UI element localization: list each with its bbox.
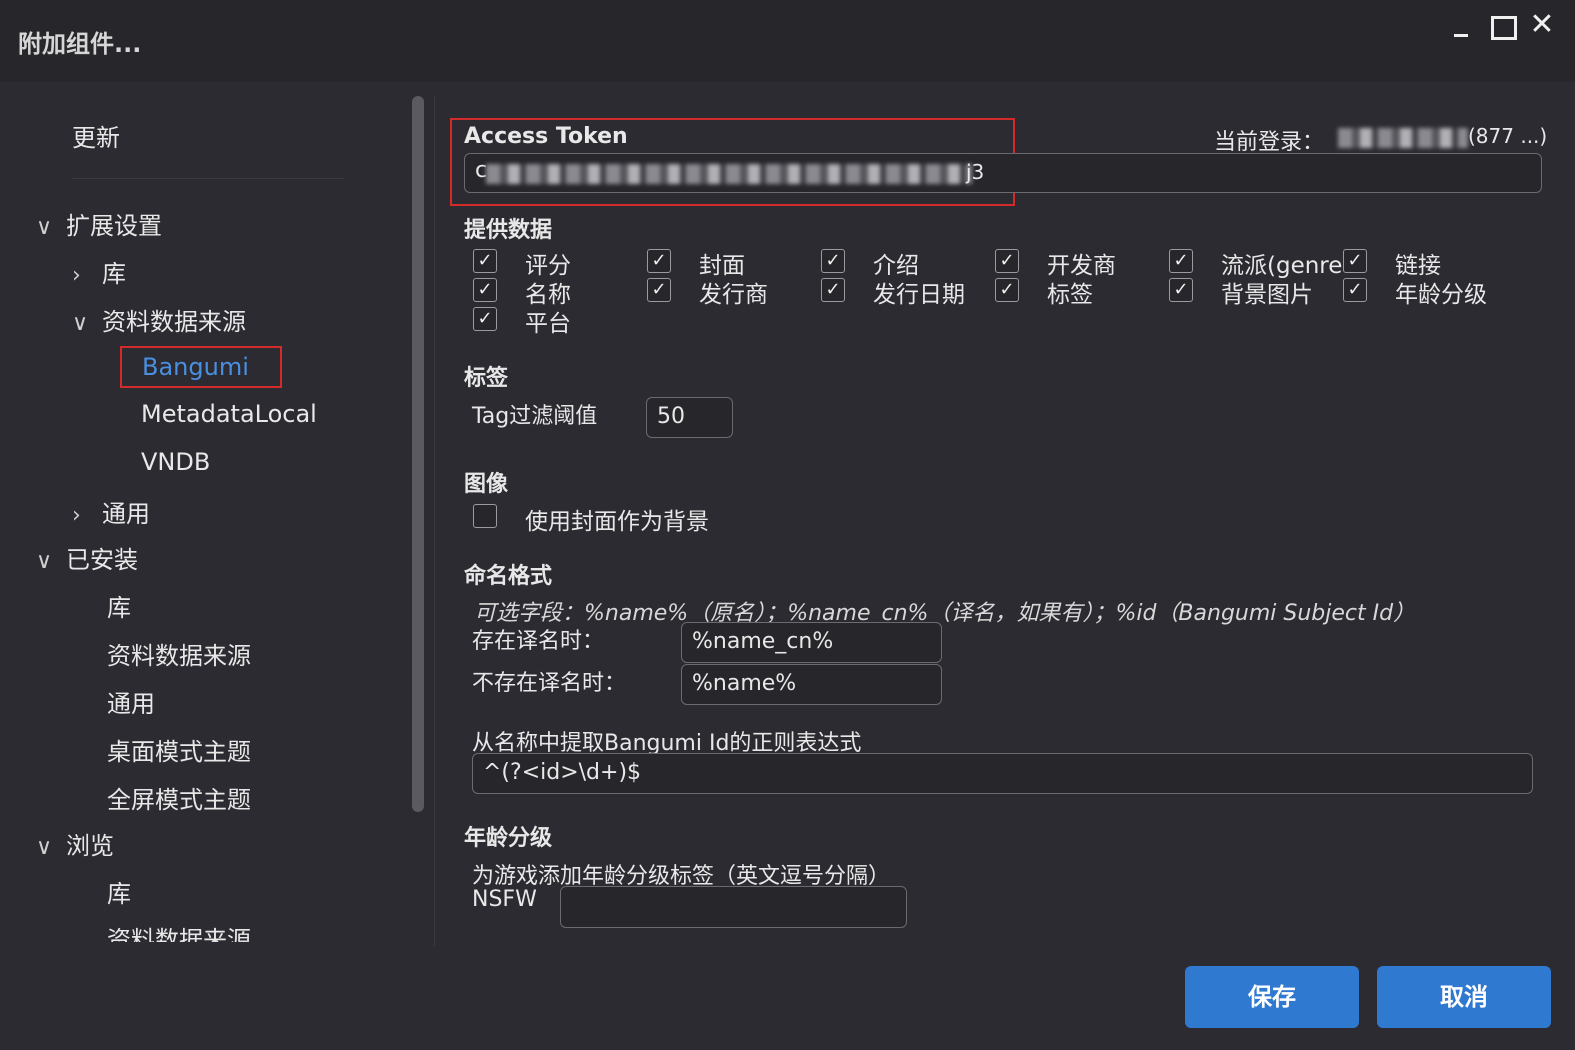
- title-bar: 附加组件... ✕: [0, 0, 1575, 82]
- has-cn-label: 存在译名时：: [472, 629, 605, 654]
- use-cover-label: 使用封面作为背景: [525, 509, 709, 535]
- sidebar-item-label: 桌面模式主题: [107, 738, 251, 766]
- sidebar-item-installed-general[interactable]: 通用: [107, 684, 155, 719]
- sidebar-item-fullscreen-theme[interactable]: 全屏模式主题: [107, 780, 251, 815]
- login-label: 当前登录：: [1214, 130, 1325, 155]
- provide-checkbox-label: 平台: [525, 311, 571, 337]
- window-title: 附加组件...: [18, 30, 142, 58]
- login-value-end: (877 ...): [1468, 124, 1548, 148]
- no-cn-label: 不存在译名时：: [472, 671, 627, 696]
- regex-input[interactable]: ^(?<id>\d+)$: [472, 753, 1533, 794]
- divider: [72, 178, 344, 179]
- sidebar-item-label: 浏览: [66, 832, 114, 860]
- provide-checkbox-label: 发行日期: [873, 282, 965, 308]
- provide-checkbox[interactable]: ✓: [473, 249, 497, 273]
- sidebar-item-installed-library[interactable]: 库: [107, 588, 131, 623]
- sidebar-item-label: 通用: [107, 690, 155, 718]
- sidebar-item-label: 库: [107, 594, 131, 622]
- login-value-redacted: [1338, 128, 1468, 148]
- token-value-redacted: [486, 164, 972, 184]
- provide-checkbox[interactable]: ✓: [647, 278, 671, 302]
- provide-checkbox[interactable]: ✓: [1343, 249, 1367, 273]
- provide-checkbox[interactable]: ✓: [995, 278, 1019, 302]
- provide-checkbox[interactable]: ✓: [473, 307, 497, 331]
- tags-title: 标签: [464, 366, 509, 391]
- sidebar-item-label: 扩展设置: [66, 212, 162, 240]
- sidebar-item-label: 资料数据来源: [102, 308, 246, 336]
- sidebar-item-installed-metadata[interactable]: 资料数据来源: [107, 636, 251, 671]
- provide-checkbox[interactable]: ✓: [995, 249, 1019, 273]
- chevron-down-icon: ∨: [36, 215, 53, 240]
- provide-checkbox[interactable]: ✓: [1169, 278, 1193, 302]
- sidebar-item-browse[interactable]: ∨ 浏览: [36, 826, 114, 861]
- sidebar-item-label: 通用: [102, 500, 150, 528]
- sidebar-item-ext-settings[interactable]: ∨ 扩展设置: [36, 206, 162, 241]
- sidebar-item-bangumi[interactable]: Bangumi: [120, 346, 282, 388]
- sidebar-item-label: 资料数据来源: [107, 642, 251, 670]
- provide-checkbox-label: 背景图片: [1221, 282, 1313, 308]
- maximize-icon[interactable]: [1484, 10, 1520, 42]
- sidebar-item-label: 更新: [72, 124, 120, 152]
- sidebar-item-browse-metadata[interactable]: 资料数据来源: [107, 920, 251, 942]
- provide-checkbox-label: 发行商: [699, 282, 768, 308]
- sidebar-item-general[interactable]: › 通用: [72, 494, 150, 529]
- sidebar-item-label: VNDB: [141, 448, 211, 476]
- sidebar-item-desktop-theme[interactable]: 桌面模式主题: [107, 732, 251, 767]
- tag-threshold-input[interactable]: 50: [646, 397, 733, 438]
- provide-checkbox[interactable]: ✓: [647, 249, 671, 273]
- age-title: 年龄分级: [464, 826, 553, 851]
- image-title: 图像: [464, 472, 509, 497]
- divider: [434, 96, 435, 946]
- sidebar-item-label: MetadataLocal: [141, 400, 317, 428]
- sidebar-item-label: 全屏模式主题: [107, 786, 251, 814]
- chevron-right-icon: ›: [72, 503, 81, 528]
- no-cn-input[interactable]: %name%: [681, 664, 942, 705]
- chevron-down-icon: ∨: [36, 549, 53, 574]
- provide-checkbox[interactable]: ✓: [1343, 278, 1367, 302]
- provide-checkbox-label: 年龄分级: [1395, 282, 1487, 308]
- chevron-right-icon: ›: [72, 263, 81, 288]
- sidebar-item-label: 已安装: [66, 546, 138, 574]
- naming-hint: 可选字段：%name%（原名）；%name_cn%（译名，如果有）；%id（Ba…: [474, 601, 1416, 626]
- save-button[interactable]: 保存: [1185, 966, 1359, 1028]
- use-cover-checkbox[interactable]: [473, 504, 497, 528]
- sidebar-nav: 更新 ∨ 扩展设置 › 库 ∨ 资料数据来源 Bangumi MetadataLoca…: [0, 82, 420, 942]
- token-value-end: j3: [966, 160, 985, 184]
- has-cn-input[interactable]: %name_cn%: [681, 622, 942, 663]
- chevron-down-icon: ∨: [72, 311, 89, 336]
- sidebar-item-library[interactable]: › 库: [72, 254, 126, 289]
- cancel-button[interactable]: 取消: [1377, 966, 1551, 1028]
- sidebar-item-label: 库: [102, 260, 126, 288]
- sidebar-item-label: Bangumi: [142, 353, 249, 381]
- provide-checkbox[interactable]: ✓: [473, 278, 497, 302]
- provide-data-title: 提供数据: [464, 218, 553, 243]
- nsfw-input[interactable]: [560, 886, 907, 928]
- chevron-down-icon: ∨: [36, 835, 53, 860]
- sidebar-item-update[interactable]: 更新: [72, 118, 120, 153]
- sidebar-item-installed[interactable]: ∨ 已安装: [36, 540, 138, 575]
- provide-checkbox[interactable]: ✓: [821, 278, 845, 302]
- tag-threshold-label: Tag过滤阈值: [472, 404, 598, 429]
- sidebar-item-label: 库: [107, 880, 131, 908]
- access-token-label: Access Token: [464, 124, 628, 149]
- sidebar-item-vndb[interactable]: VNDB: [141, 448, 210, 476]
- naming-title: 命名格式: [464, 564, 553, 589]
- provide-checkbox[interactable]: ✓: [1169, 249, 1193, 273]
- minimize-icon[interactable]: [1444, 10, 1480, 42]
- sidebar-item-metadata-sources[interactable]: ∨ 资料数据来源: [72, 302, 246, 337]
- provide-checkbox-label: 标签: [1047, 282, 1093, 308]
- close-icon[interactable]: ✕: [1524, 10, 1560, 42]
- nsfw-label: NSFW: [472, 887, 537, 912]
- sidebar-item-browse-library[interactable]: 库: [107, 874, 131, 909]
- provide-checkbox[interactable]: ✓: [821, 249, 845, 273]
- sidebar-item-metadatalocal[interactable]: MetadataLocal: [141, 400, 317, 428]
- sidebar-item-label: 资料数据来源: [107, 926, 251, 942]
- sidebar-scrollbar[interactable]: [412, 96, 424, 812]
